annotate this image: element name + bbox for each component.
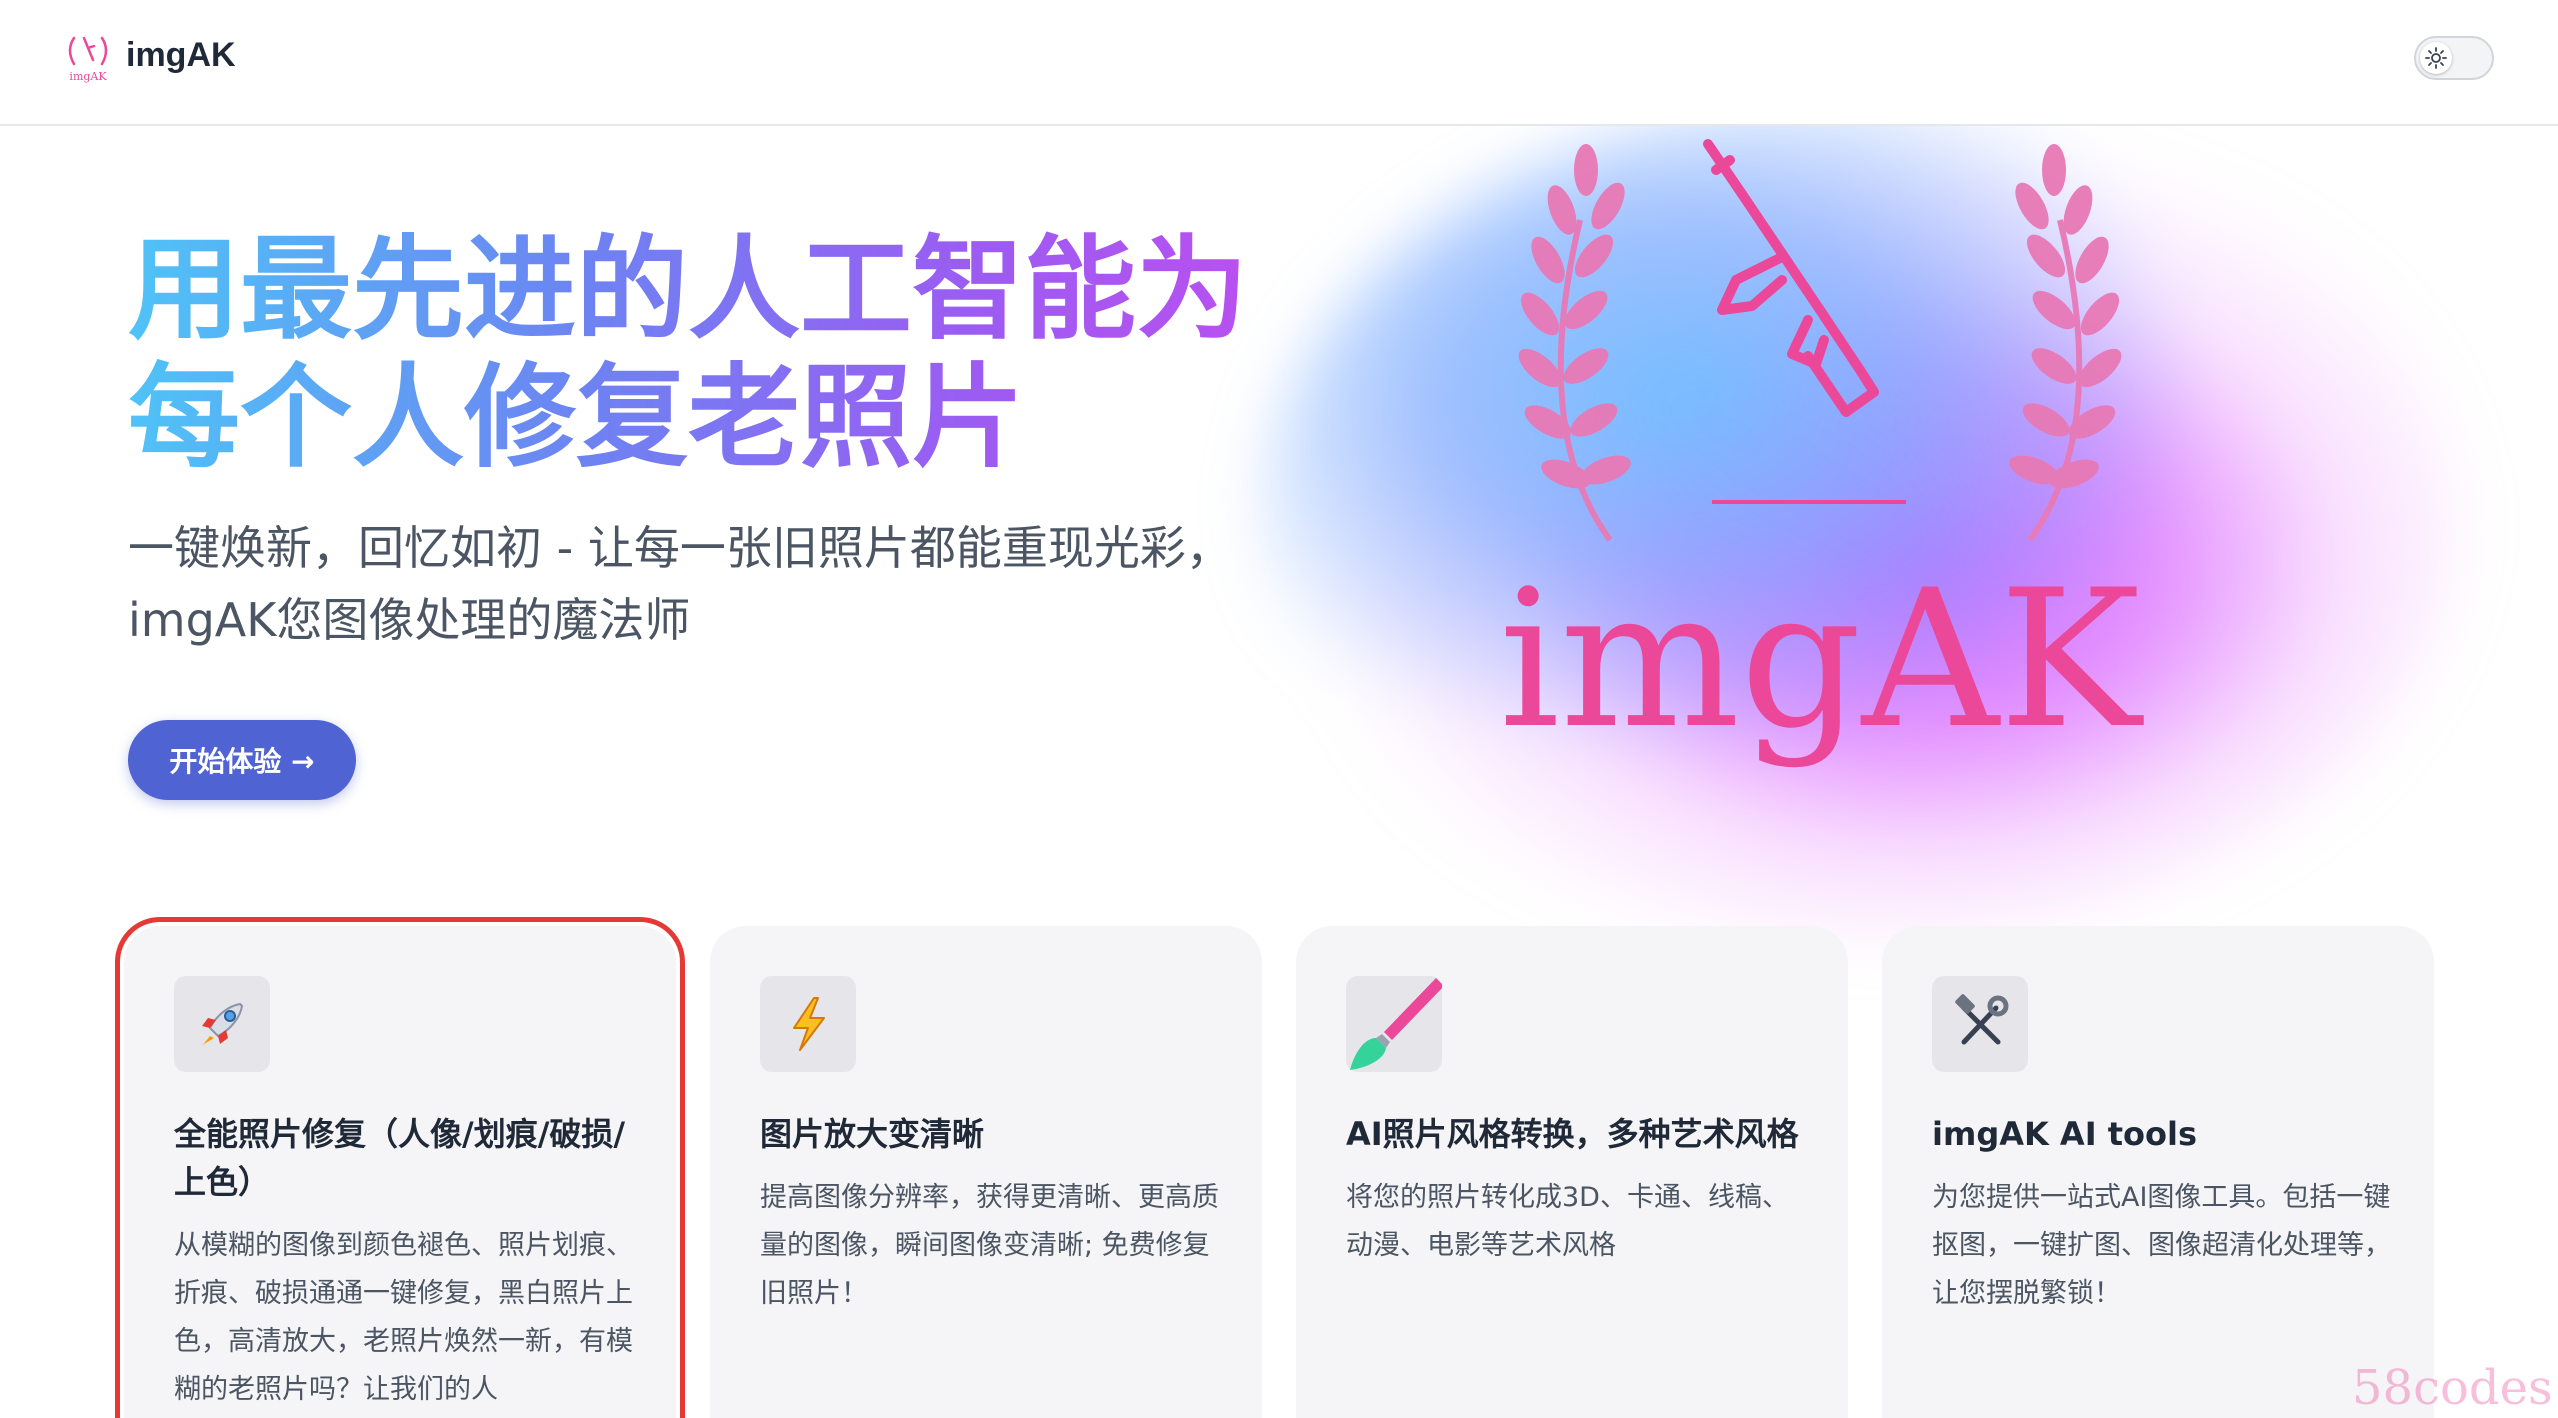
feature-card-upscale[interactable]: 图片放大变清晰 提高图像分辨率，获得更清晰、更高质量的图像，瞬间图像变清晰; 免… [710,926,1262,1418]
brand-logo[interactable]: imgAK [60,30,116,86]
feature-title: imgAK AI tools [1932,1115,2198,1153]
sun-icon [2425,47,2447,69]
hero-title-line2: 每个人修复老照片 [128,353,1024,483]
feature-card-ai-tools[interactable]: imgAK AI tools 为您提供一站式AI图像工具。包括一键抠图，一键扩图… [1882,926,2434,1418]
top-navbar: imgAK imgAK [0,0,2558,126]
feature-card-photo-restore[interactable]: 全能照片修复（人像/划痕/破损/上色） 从模糊的图像到颜色褪色、照片划痕、折痕、… [115,917,685,1418]
hero-title-line1: 用最先进的人工智能为 [128,225,1248,355]
feature-icon-box [1346,976,1442,1072]
hero-title: 用最先进的人工智能为 每个人修复老照片 [128,226,1328,482]
lightning-icon [793,997,825,1051]
rifle [1703,139,1879,417]
brand-name[interactable]: imgAK [126,36,236,75]
feature-icon-box [1932,976,2028,1072]
page: imgAK imgAK 用最先进的人工智能为 每个人修复老照片 一键焕新，回忆如… [0,0,2558,1418]
hero-subtitle: 一键焕新，回忆如初 - 让每一张旧照片都能重现光彩，imgAK您图像处理的魔法师 [128,521,1232,647]
right-laurel [2009,144,2122,542]
rocket-icon [202,1002,244,1046]
feature-description: 将您的照片转化成3D、卡通、线稿、动漫、电影等艺术风格 [1346,1182,1789,1261]
left-laurel [1518,144,1631,542]
feature-description: 为您提供一站式AI图像工具。包括一键抠图，一键扩图、图像超清化处理等，让您摆脱繁… [1932,1182,2391,1309]
paintbrush-icon [1350,978,1442,1070]
feature-card-style-transfer[interactable]: AI照片风格转换，多种艺术风格 将您的照片转化成3D、卡通、线稿、动漫、电影等艺… [1296,926,1848,1418]
feature-icon-box [760,976,856,1072]
feature-title: 全能照片修复（人像/划痕/破损/上色） [174,1115,626,1201]
emblem-wordmark: imgAK [1499,549,2141,770]
hammer-wrench-icon [1955,994,2009,1045]
watermark-text: 58codes [2352,1360,2553,1416]
feature-description: 提高图像分辨率，获得更清晰、更高质量的图像，瞬间图像变清晰; 免费修复旧照片！ [760,1182,1219,1309]
feature-description: 从模糊的图像到颜色褪色、照片划痕、折痕、破损通通一键修复，黑白照片上色，高清放大… [174,1230,633,1405]
features-section: 全能照片修复（人像/划痕/破损/上色） 从模糊的图像到颜色褪色、照片划痕、折痕、… [0,917,2558,1418]
feature-icon-box [174,976,270,1072]
theme-toggle[interactable] [2414,36,2494,80]
feature-title: 图片放大变清晰 [760,1115,985,1153]
start-experience-button[interactable]: 开始体验 → [128,720,356,800]
laurel-logo-icon: imgAK [68,36,107,83]
feature-title: AI照片风格转换，多种艺术风格 [1346,1115,1799,1153]
svg-text:imgAK: imgAK [69,70,107,83]
